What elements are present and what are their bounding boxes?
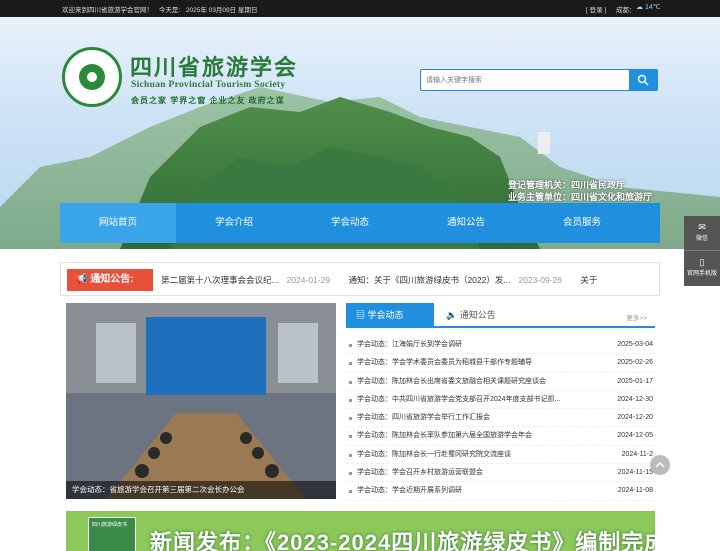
list-item[interactable]: 学会动态：学会近期开展系列调研 2024-11-08	[346, 482, 655, 501]
arrow-up-icon	[655, 461, 665, 468]
news-photo-slider[interactable]: 学会动态：省旅游学会召开第三届第二次会长办公会	[66, 303, 336, 499]
tab-notices[interactable]: 🔈 通知公告	[446, 303, 496, 328]
promo-banner[interactable]: 四川旅游绿皮书 新闻发布：《2023-2024四川旅游绿皮书》编制完成	[66, 511, 655, 551]
list-item[interactable]: 学会动态：学会学术委员会委员为稻城县干部作专题辅导 2025-02-26	[346, 354, 655, 373]
list-item[interactable]: 学会动态：陈加林会长出席省委文旅融合相关课题研究座谈会 2025-01-17	[346, 373, 655, 391]
notice-date: 2024-01-29	[286, 275, 331, 285]
nav-item-members[interactable]: 会员服务	[524, 203, 640, 243]
list-item[interactable]: 学会动态：陈加林会长率队参加第六届全国旅游学会年会 2024-12-05	[346, 427, 655, 446]
photo-caption[interactable]: 学会动态：省旅游学会召开第三届第二次会长办公会	[66, 481, 336, 499]
meeting-photo	[66, 303, 336, 499]
notice-item[interactable]: 关于	[580, 275, 597, 285]
news-icon: ▤	[356, 310, 366, 320]
more-link[interactable]: 更多>>	[626, 312, 647, 322]
nav-item-notices[interactable]: 通知公告	[408, 203, 524, 243]
wechat-icon: ✉	[698, 222, 706, 232]
main-nav: 网站首页 学会介绍 学会动态 通知公告 会员服务	[60, 203, 660, 243]
nav-item-news[interactable]: 学会动态	[292, 203, 408, 243]
site-title-cn: 四川省旅游学会	[130, 55, 299, 81]
notice-bar: 📢 通知公告: 第二届第十八次理事会会议纪... 2024-01-29 通知：关于…	[60, 262, 660, 296]
date-text: 2025年 03月09日 星期日	[185, 7, 258, 14]
phone-icon: ▯	[699, 257, 705, 267]
tab-news[interactable]: ▤ 学会动态	[346, 303, 434, 328]
notice-item[interactable]: 第二届第十八次理事会会议纪...	[161, 275, 279, 285]
login-link[interactable]: [ 登录 ]	[586, 4, 606, 14]
wechat-label: 微信	[695, 236, 708, 242]
back-to-top-button[interactable]	[650, 455, 670, 475]
site-slogan: 会员之家 学界之窗 企业之友 政府之谋	[131, 96, 285, 105]
megaphone-icon: 📢	[75, 274, 88, 285]
list-item[interactable]: 学会动态：中共四川省旅游学会党支部召开2024年度支部书记抓... 2024-12…	[346, 391, 655, 410]
notice-label: 📢 通知公告:	[67, 269, 153, 291]
temperature-text: 14℃	[644, 4, 661, 11]
logo-emblem	[79, 64, 105, 90]
search-button[interactable]	[629, 70, 657, 90]
society-logo[interactable]	[62, 47, 122, 107]
notice-ticker: 第二届第十八次理事会会议纪... 2024-01-29 通知：关于《四川旅游绿皮书…	[161, 263, 659, 297]
news-list: 学会动态：江海娟厅长到学会调研 2025-03-04 学会动态：学会学术委员会委员…	[346, 336, 655, 501]
notice-item[interactable]: 通知：关于《四川旅游绿皮书（2022）发...	[348, 275, 510, 285]
welcome-message: 欢迎来到四川省旅游学会官网！	[62, 7, 153, 14]
floating-sidebar: ✉ 微信 ▯ 官网手机版	[684, 216, 720, 286]
speaker-icon: 🔈	[446, 310, 458, 320]
mobile-label: 官网手机版	[686, 271, 717, 277]
top-bar: 欢迎来到四川省旅游学会官网！ 今天是: 2025年 03月09日 星期日 [ 登…	[0, 0, 720, 17]
news-tabs: ▤ 学会动态 🔈 通知公告 更多>>	[346, 303, 655, 328]
nav-item-home[interactable]: 网站首页	[60, 203, 176, 243]
registration-info: 登记管理机关：四川省民政厅 业务主管单位：四川省文化和旅游厅	[508, 179, 652, 203]
list-item[interactable]: 学会动态：江海娟厅长到学会调研 2025-03-04	[346, 336, 655, 355]
today-label: 今天是:	[158, 7, 181, 14]
green-book-cover: 四川旅游绿皮书	[88, 517, 136, 551]
list-item[interactable]: 学会动态：学会召开乡村旅游运营联盟会 2024-11-15	[346, 464, 655, 483]
search-input[interactable]	[426, 73, 626, 87]
nav-item-about[interactable]: 学会介绍	[176, 203, 292, 243]
search-icon	[637, 74, 649, 86]
city-label: 成都：	[616, 7, 636, 14]
notice-date: 2023-09-26	[518, 275, 562, 285]
promo-headline: 新闻发布：《2023-2024四川旅游绿皮书》编制完成	[150, 530, 655, 551]
site-title-en: Sichuan Provincial Tourism Society	[131, 80, 286, 90]
list-item[interactable]: 学会动态：陈加林会长一行赴蜀冈研究院交流座谈 2024-11-2	[346, 446, 655, 465]
supervising-unit: 业务主管单位：四川省文化和旅游厅	[508, 192, 653, 202]
cloud-icon: ☁	[636, 4, 643, 11]
wechat-button[interactable]: ✉ 微信	[684, 216, 720, 251]
welcome-text: 欢迎来到四川省旅游学会官网！ 今天是: 2025年 03月09日 星期日	[62, 4, 261, 14]
registration-authority: 登记管理机关：四川省民政厅	[508, 180, 626, 190]
mobile-site-button[interactable]: ▯ 官网手机版	[684, 251, 720, 286]
weather-widget: ☁ 14℃	[636, 3, 661, 11]
search-box	[420, 69, 658, 91]
list-item[interactable]: 学会动态：四川省旅游学会举行工作汇报会 2024-12-20	[346, 409, 655, 428]
